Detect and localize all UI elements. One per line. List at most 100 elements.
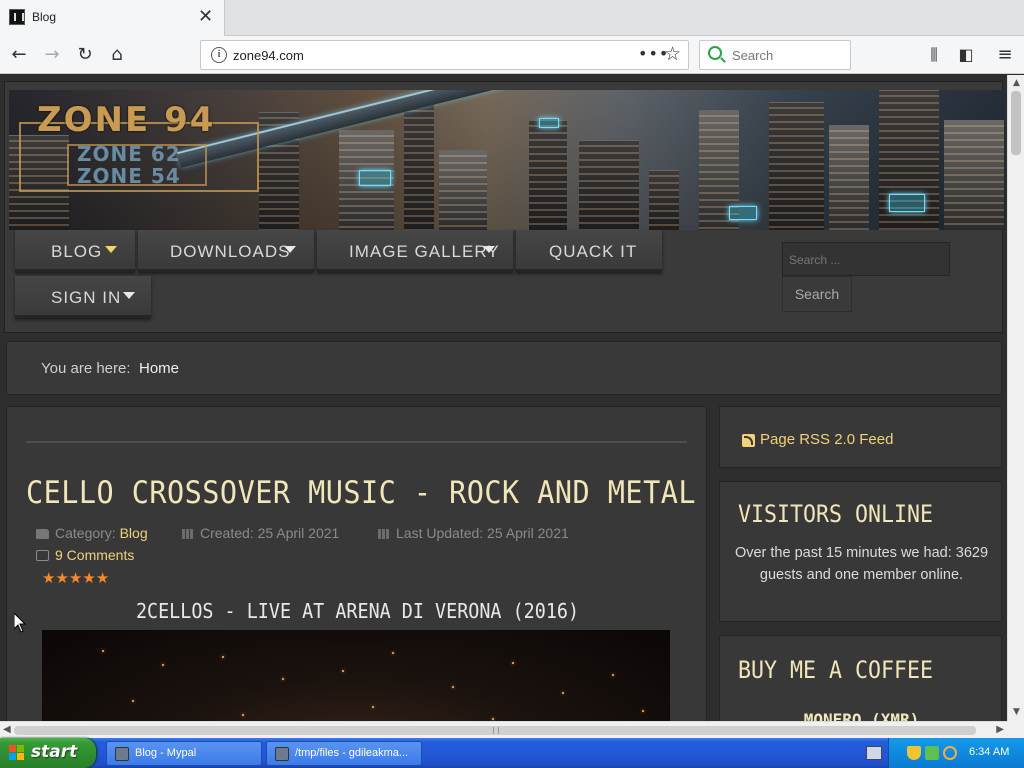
browser-tab[interactable]: Blog ✕: [0, 0, 225, 36]
sidebar-toggle-icon[interactable]: ◧: [953, 42, 979, 68]
category-link[interactable]: Blog: [120, 525, 148, 541]
rss-icon: [742, 434, 755, 447]
folder-app-icon: [275, 747, 289, 761]
chevron-down-icon: [105, 246, 117, 253]
calendar-icon: [181, 529, 194, 539]
star-icon[interactable]: ★: [96, 569, 109, 587]
article-title[interactable]: CELLO CROSSOVER MUSIC - ROCK AND METAL: [26, 475, 696, 511]
scrollbar-corner: [1007, 721, 1024, 738]
logo-subtitle-2: ZONE 54: [77, 164, 181, 188]
browser-search-placeholder[interactable]: Search: [732, 48, 773, 63]
site-favicon-icon: [9, 9, 25, 25]
security-shield-icon[interactable]: [907, 746, 921, 760]
start-button[interactable]: start: [0, 738, 96, 768]
taskbar: start Blog - Mypal /tmp/files - gdileakm…: [0, 738, 1024, 768]
coffee-panel: BUY ME A COFFEE MONERO (XMR): [719, 635, 1002, 721]
network-icon[interactable]: [925, 746, 939, 760]
scroll-thumb[interactable]: [1011, 91, 1021, 155]
scroll-up-icon[interactable]: ▲: [1011, 78, 1022, 89]
divider: [26, 441, 687, 443]
menu-item-quack-it[interactable]: QUACK IT: [516, 230, 662, 272]
logo-subtitle-1: ZONE 62: [77, 142, 181, 166]
forward-button[interactable]: →: [39, 42, 65, 68]
browser-app-icon: [115, 747, 129, 761]
menu-item-sign-in[interactable]: SIGN IN: [15, 276, 151, 318]
menu-label: QUACK IT: [549, 242, 638, 261]
library-icon[interactable]: ⫼: [921, 42, 947, 68]
browser-tab-strip: Blog ✕: [0, 0, 1024, 36]
comments-count[interactable]: 9 Comments: [55, 547, 134, 563]
menu-item-downloads[interactable]: DOWNLOADS: [138, 230, 314, 272]
task-file-manager[interactable]: /tmp/files - gdileakma...: [266, 741, 422, 766]
updated-date: Last Updated: 25 April 2021: [396, 525, 569, 541]
breadcrumb: You are here: Home: [6, 341, 1002, 395]
clock[interactable]: 6:34 AM: [969, 746, 1009, 758]
task-blog-mypal[interactable]: Blog - Mypal: [106, 741, 262, 766]
close-tab-icon[interactable]: ✕: [198, 6, 213, 28]
windows-logo-icon: [9, 745, 25, 761]
site-logo[interactable]: ZONE 94: [37, 100, 215, 140]
back-button[interactable]: ←: [6, 42, 32, 68]
scroll-down-icon[interactable]: ▼: [1011, 707, 1022, 718]
menu-label: DOWNLOADS: [170, 242, 291, 261]
chevron-down-icon: [284, 246, 296, 253]
hamburger-menu-icon[interactable]: ≡: [992, 42, 1018, 68]
coffee-title: BUY ME A COFFEE: [738, 656, 934, 684]
rating-stars[interactable]: ★★★★★: [42, 569, 109, 587]
tab-title: Blog: [32, 10, 57, 24]
comment-icon: [36, 550, 49, 561]
site-search-button[interactable]: Search: [782, 276, 852, 312]
search-tray-icon[interactable]: [943, 746, 957, 760]
star-icon[interactable]: ★: [42, 569, 55, 587]
page-viewport: ZONE 94 ZONE 62 ZONE 54 BLOG DOWNLOADS I…: [0, 75, 1007, 721]
keyboard-icon[interactable]: [866, 746, 882, 760]
rss-link[interactable]: Page RSS 2.0 Feed: [760, 431, 893, 448]
rss-panel: Page RSS 2.0 Feed: [719, 406, 1002, 468]
site-search-placeholder: Search ...: [789, 253, 841, 267]
star-icon[interactable]: ★: [69, 569, 82, 587]
scroll-right-icon[interactable]: ▶: [996, 724, 1004, 735]
calendar-icon: [377, 529, 390, 539]
start-label: start: [31, 742, 78, 762]
menu-item-image-gallery[interactable]: IMAGE GALLERY: [317, 230, 513, 272]
scroll-left-icon[interactable]: ◀: [3, 724, 11, 735]
site-banner: ZONE 94 ZONE 62 ZONE 54: [9, 90, 1005, 230]
breadcrumb-prefix: You are here:: [41, 360, 131, 377]
site-info-icon[interactable]: i: [211, 47, 227, 63]
menu-item-blog[interactable]: BLOG: [15, 230, 135, 272]
comments-link[interactable]: 9 Comments: [36, 547, 134, 563]
home-button[interactable]: ⌂: [104, 42, 130, 68]
visitors-text: Over the past 15 minutes we had: 3629 gu…: [734, 545, 989, 583]
url-text[interactable]: zone94.com: [233, 48, 304, 63]
bookmark-star-icon[interactable]: ☆: [664, 43, 681, 65]
chevron-down-icon: [483, 246, 495, 253]
browser-toolbar: ← → ↻ ⌂ i zone94.com ••• ☆ Search ⫼ ◧ ≡: [0, 36, 1024, 74]
video-title: 2CELLOS - LIVE AT ARENA DI VERONA (2016): [135, 599, 580, 623]
article-created: Created: 25 April 2021: [181, 525, 339, 541]
article-category: Category: Blog: [36, 525, 148, 541]
visitors-title: VISITORS ONLINE: [738, 500, 934, 528]
reload-button[interactable]: ↻: [72, 42, 98, 68]
horizontal-scrollbar[interactable]: ◀ ▶: [0, 721, 1007, 738]
scroll-grip: [493, 727, 499, 734]
star-icon[interactable]: ★: [55, 569, 68, 587]
breadcrumb-home: Home: [139, 360, 180, 377]
system-tray: 6:34 AM: [888, 738, 1024, 768]
coffee-subtitle: MONERO (XMR): [803, 710, 920, 721]
url-bar[interactable]: i zone94.com ••• ☆: [200, 40, 689, 70]
category-label: Category:: [55, 525, 116, 541]
created-date: Created: 25 April 2021: [200, 525, 340, 541]
star-icon[interactable]: ★: [82, 569, 95, 587]
video-player[interactable]: [42, 630, 670, 721]
site-header: ZONE 94 ZONE 62 ZONE 54 BLOG DOWNLOADS I…: [4, 81, 1005, 333]
site-search-input[interactable]: Search ...: [782, 242, 950, 276]
article: CELLO CROSSOVER MUSIC - ROCK AND METAL C…: [6, 406, 707, 721]
task-label: /tmp/files - gdileakma...: [295, 747, 409, 759]
folder-icon: [36, 529, 49, 539]
vertical-scrollbar[interactable]: ▲ ▼: [1007, 75, 1024, 721]
browser-search-box[interactable]: Search: [699, 40, 851, 70]
menu-label: SIGN IN: [51, 288, 122, 307]
menu-label: IMAGE GALLERY: [349, 242, 500, 261]
menu-label: BLOG: [51, 242, 103, 261]
chevron-down-icon: [123, 292, 135, 299]
